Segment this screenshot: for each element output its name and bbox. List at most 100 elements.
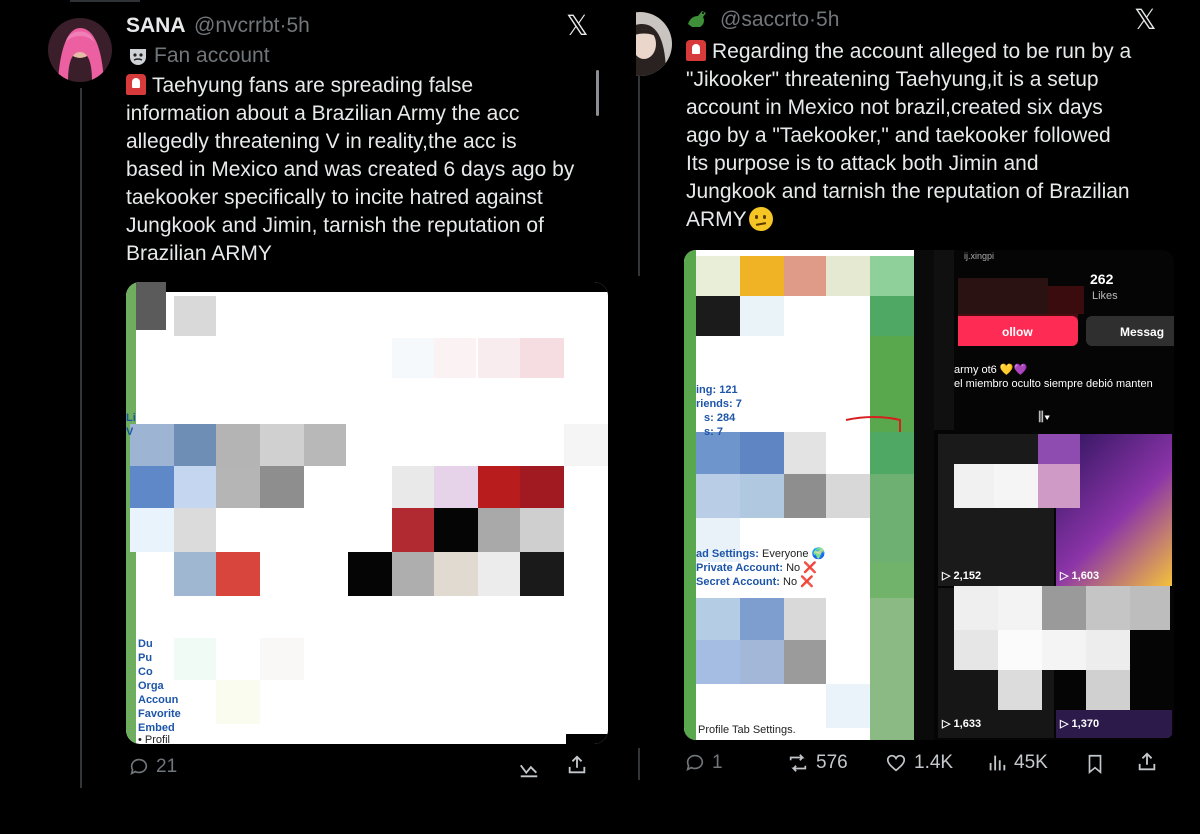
view-count: ▷ 1,603 (1060, 570, 1100, 582)
media-label: Li (126, 412, 136, 424)
pixel-block (696, 296, 740, 336)
video-thumbnail[interactable] (938, 434, 1054, 586)
post-line: allegedly threatening V in reality,the a… (126, 130, 517, 153)
views-count: 45K (1014, 752, 1048, 773)
views-button[interactable]: 45K (986, 752, 1048, 774)
media-label: Du (138, 638, 153, 650)
handle-text: @saccrto (720, 8, 810, 31)
post-time[interactable]: 5h (287, 14, 310, 37)
reply-button[interactable]: 1 (684, 752, 723, 774)
pixel-block (216, 424, 260, 466)
pixel-block (1086, 586, 1130, 630)
pixel-block (478, 508, 520, 552)
pixel-block (998, 670, 1042, 710)
pixel-block (870, 598, 914, 740)
red-underline-mark (845, 416, 901, 432)
media-label: Accoun (138, 694, 179, 706)
pixel-block (520, 466, 564, 508)
thread-line (638, 748, 640, 780)
pixel-block (954, 586, 998, 630)
pixel-block (870, 474, 914, 562)
share-button[interactable] (566, 754, 588, 776)
pixel-block (696, 640, 740, 684)
pixel-block (826, 684, 870, 728)
scrollbar[interactable] (596, 70, 599, 116)
pixel-block (392, 508, 434, 552)
pixel-block (216, 680, 260, 724)
attached-image-right[interactable]: ij.xingpi 262 Likes ollow Messag army ot… (934, 250, 1174, 740)
setting-line: Secret Account: No ❌ (696, 576, 814, 588)
pixel-block (740, 256, 784, 296)
pixel-block (784, 598, 826, 640)
share-button[interactable] (1136, 751, 1158, 773)
bookmark-button[interactable] (1084, 752, 1106, 776)
reply-icon (130, 758, 148, 775)
attached-image-left[interactable]: ing: 121 riends: 7 s: 284 s: 7 ad Settin… (684, 250, 934, 740)
pixel-block (954, 464, 994, 508)
pixel-block (564, 424, 608, 466)
post-line: taekooker specifically to incite hatred … (126, 186, 543, 209)
pixel-block (784, 474, 826, 518)
repost-button[interactable]: 576 (786, 752, 848, 774)
post-line: Regarding the account alleged to be run … (686, 38, 1131, 66)
fan-account-label: Fan account (154, 44, 270, 67)
post-line: ARMY (686, 206, 1131, 234)
media-label: Pu (138, 652, 153, 664)
post-time[interactable]: 5h (816, 8, 839, 31)
top-snippet: ij.xingpi (964, 251, 995, 261)
avatar[interactable] (48, 18, 112, 82)
setting-line: ad Settings: Everyone 🌍 (696, 548, 826, 560)
pixel-block (740, 640, 784, 684)
user-handle[interactable]: @saccrto·5h (720, 8, 839, 32)
pixel-block (1048, 286, 1084, 314)
bio-line: army ot6 💛💜 (954, 364, 1028, 376)
views-icon (989, 755, 1006, 771)
avatar[interactable] (636, 12, 672, 76)
like-count: 1.4K (914, 752, 954, 773)
attached-image[interactable]: Li V Du Pu Co Orga Accoun Favorite Embed… (126, 282, 608, 744)
pixel-block (392, 552, 434, 596)
pixel-block (998, 630, 1042, 670)
profile-header-block (934, 250, 954, 430)
view-count: ▷ 2,152 (942, 570, 982, 582)
pixel-block (696, 598, 740, 640)
follow-label: ollow (1002, 325, 1033, 339)
pixel-block (826, 256, 870, 296)
pixel-block (478, 552, 520, 596)
media-label: • Profil (138, 734, 170, 744)
tab-grid-icon[interactable]: ⫼▾ (1038, 409, 1050, 424)
display-name[interactable]: SANA (126, 14, 186, 38)
profile-tab-line: Profile Tab Settings. (698, 724, 796, 736)
pixel-block (998, 586, 1042, 630)
x-logo-icon: 𝕏 (566, 10, 589, 41)
pixel-block (478, 466, 520, 508)
pixel-block (784, 256, 826, 296)
pixel-block (696, 432, 740, 474)
play-icon: ▷ (942, 570, 951, 582)
post-line: account in Mexico not brazil,created six… (686, 96, 1103, 119)
like-button[interactable]: 1.4K (884, 752, 953, 774)
left-tweet-panel: SANA @nvcrrbt·5h 𝕏 Fan account Taehyung … (0, 0, 612, 834)
share-icon (568, 755, 586, 774)
thread-line (80, 88, 82, 788)
play-icon: ▷ (942, 718, 951, 730)
pixel-block (1038, 434, 1080, 464)
media-label: V (126, 426, 134, 438)
user-handle[interactable]: @nvcrrbt·5h (194, 14, 310, 38)
pixel-block (1042, 586, 1086, 630)
message-label: Messag (1120, 325, 1165, 339)
pixel-block (174, 424, 216, 466)
pixel-block (130, 424, 174, 466)
grok-button[interactable] (518, 758, 540, 780)
post-text: Regarding the account alleged to be run … (686, 38, 1131, 234)
reply-button[interactable]: 21 (128, 756, 177, 778)
reply-count: 1 (712, 752, 723, 773)
pixel-block (740, 296, 784, 336)
image-edge (684, 250, 696, 740)
view-count: ▷ 1,370 (1060, 718, 1100, 730)
post-line: based in Mexico and was created 6 days a… (126, 158, 575, 181)
pixel-block (994, 464, 1038, 508)
handle-text: @nvcrrbt (194, 14, 280, 37)
share-icon (1138, 752, 1156, 771)
pixel-block (1038, 464, 1080, 508)
